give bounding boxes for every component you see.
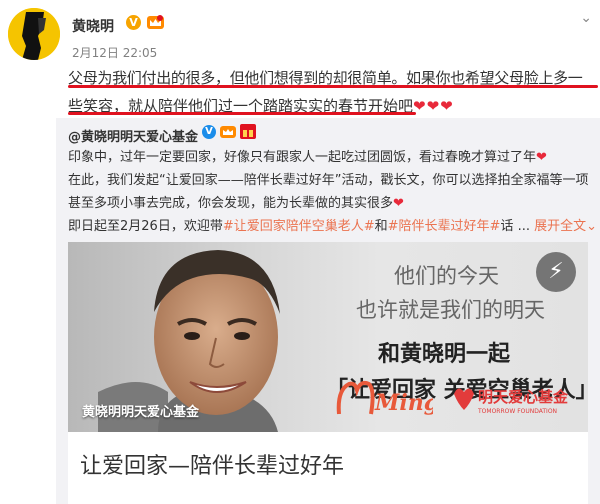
- heart-icon: ❤: [536, 150, 548, 165]
- repost-line: 甚至多项小事去完成，你会发现，能为长辈做的其实很多❤: [68, 192, 588, 215]
- repost-author[interactable]: @黄晓明明天爱心基金: [68, 126, 198, 145]
- repost-and-text: 和: [374, 219, 388, 234]
- verified-badge-icon: V: [202, 125, 216, 139]
- promo-brand-caption: 黄晓明明天爱心基金: [82, 405, 200, 420]
- repost-line: 即日起至2月26日，欢迎带#让爱回家陪伴空巢老人#和#陪伴长辈过好年#话 ...…: [68, 215, 597, 238]
- foundation-logo: 明天爱心基金 TOMORROW FOUNDATION: [454, 388, 569, 415]
- repost-line: 在此，我们发起“让爱回家——陪伴长辈过好年”活动，戳长文，你可以选择拍全家福等一…: [68, 173, 589, 188]
- repost-text: 印象中，过年一定要回家，好像只有跟家人一起吃过团圆饭，看过春晚才算过了年❤ 在此…: [68, 146, 597, 238]
- topic-link[interactable]: #让爱回家陪伴空巢老人#: [223, 219, 375, 234]
- lightning-icon[interactable]: ⚡: [536, 252, 576, 292]
- expand-full-text-link[interactable]: 展开全文: [534, 219, 586, 234]
- foundation-logo-subtext: TOMORROW FOUNDATION: [477, 408, 557, 415]
- chevron-down-icon[interactable]: ⌄: [586, 219, 597, 234]
- repost-line-text: 甚至多项小事去完成，你会发现，能为长辈做的其实很多: [68, 196, 394, 211]
- heart-icon: ❤❤❤: [413, 97, 454, 115]
- repost-line-text: 印象中，过年一定要回家，好像只有跟家人一起吃过团圆饭，看过春晚才算过了年: [68, 150, 537, 165]
- repost-block[interactable]: @黄晓明明天爱心基金 V 印象中，过年一定要回家，好像只有跟家人一起吃过团圆饭，…: [56, 118, 600, 504]
- promo-line: 也许就是我们的明天: [356, 298, 545, 322]
- avatar[interactable]: [8, 8, 60, 60]
- ming-logo-text: Ming: [374, 390, 433, 416]
- member-crown-icon[interactable]: [220, 124, 236, 140]
- user-name[interactable]: 黄晓明: [72, 16, 114, 36]
- link-card[interactable]: 让爱回家—陪伴长辈过好年: [68, 432, 588, 504]
- repost-line: 印象中，过年一定要回家，好像只有跟家人一起吃过团圆饭，看过春晚才算过了年❤: [68, 146, 588, 169]
- avatar-image: [8, 8, 60, 60]
- repost-trail: 话 ...: [500, 219, 530, 234]
- underline-mark: [68, 112, 416, 115]
- foundation-logo-text: 明天爱心基金: [478, 388, 569, 406]
- post-text-line2-wrap: 些笑容，就从陪伴他们过一个踏踏实实的春节开始吧❤❤❤: [68, 92, 596, 120]
- ming-logo: Ming: [336, 380, 433, 416]
- promo-image[interactable]: 他们的今天 也许就是我们的明天 和黄晓明一起 「让爱回家 关爱空巢老人」 ⚡ 黄…: [68, 242, 588, 432]
- repost-line-text: 即日起至2月26日，欢迎带: [68, 219, 223, 234]
- promo-line: 和黄晓明一起: [378, 342, 511, 367]
- gift-badge-icon: [240, 124, 256, 139]
- topic-link[interactable]: #陪伴长辈过好年#: [388, 219, 501, 234]
- promo-line: 他们的今天: [394, 264, 499, 288]
- underline-mark: [68, 85, 598, 88]
- chevron-down-icon[interactable]: ⌄: [580, 10, 592, 26]
- post-time[interactable]: 2月12日 22:05: [72, 44, 157, 61]
- card-title[interactable]: 让爱回家—陪伴长辈过好年: [80, 448, 344, 480]
- heart-icon: ❤: [393, 196, 405, 211]
- member-crown-icon[interactable]: [147, 14, 164, 31]
- verified-badge-icon: V: [126, 15, 141, 30]
